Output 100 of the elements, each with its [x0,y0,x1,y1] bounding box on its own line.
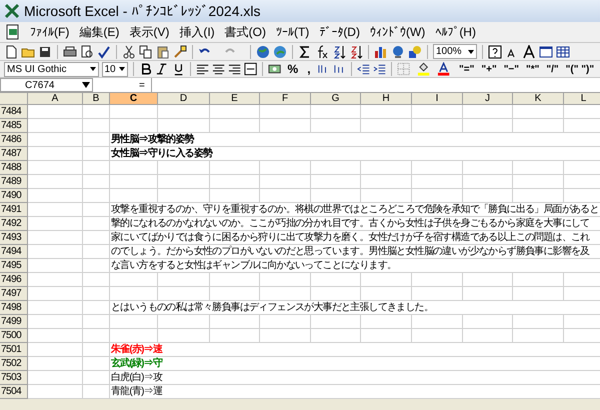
row-header[interactable]: 7492 [0,217,28,231]
menu-item[interactable]: ｳｨﾝﾄﾞｳ(W) [368,23,428,41]
decrease-decimal-icon[interactable] [332,62,346,76]
column-header[interactable]: C [110,93,158,105]
row-header[interactable]: 7490 [0,189,28,203]
operator-button[interactable]: "+" [479,62,499,76]
column-header[interactable]: E [210,93,260,105]
operator-button[interactable]: "/" [544,62,561,76]
row-header[interactable]: 7503 [0,371,28,385]
window-icon[interactable] [539,44,553,58]
operator-button[interactable]: "−" [502,62,522,76]
font-dropdown[interactable]: MS UI Gothic [4,62,98,76]
paintbrush-icon[interactable] [173,44,187,58]
merge-center-icon[interactable] [244,62,258,76]
large-a-icon[interactable] [522,44,536,58]
cell-text: 青龍(青)⇒運 [110,385,162,398]
menu-item[interactable]: 編集(E) [77,23,122,41]
menu-item[interactable]: ﾌｧｲﾙ(F) [28,23,72,41]
cell-text: 朱雀(赤)⇒速 [110,343,162,356]
menu-item[interactable]: ﾂｰﾙ(T) [274,23,312,41]
paste-icon[interactable] [156,44,170,58]
column-header[interactable]: J [463,93,513,105]
grid-cell [158,189,210,203]
increase-indent-icon[interactable] [373,62,386,76]
print-preview-icon[interactable] [80,44,94,58]
menu-item[interactable]: 挿入(I) [177,23,217,41]
grid-cell [311,105,361,119]
align-right-icon[interactable] [228,62,242,76]
grid-cell [463,119,513,133]
row-header[interactable]: 7485 [0,119,28,133]
operator-button[interactable]: "=" [457,62,476,76]
column-header[interactable]: H [361,93,412,105]
row-header[interactable]: 7489 [0,175,28,189]
align-center-icon[interactable] [212,62,226,76]
row-header[interactable]: 7486 [0,133,28,147]
format-button[interactable]: % [284,60,302,78]
globe-icon[interactable] [256,44,270,58]
row-header[interactable]: 7502 [0,357,28,371]
column-header[interactable]: A [28,93,83,105]
row-header[interactable]: 7496 [0,273,28,287]
format-button[interactable]: , [304,60,314,78]
row-header[interactable]: 7488 [0,161,28,175]
grid-cell [28,245,83,259]
row-header[interactable]: 7501 [0,343,28,357]
grid-cell [361,189,412,203]
row-header[interactable]: 7493 [0,231,28,245]
grid-cell [110,189,158,203]
column-header[interactable]: K [513,93,564,105]
table-icon[interactable] [556,44,570,58]
row-header[interactable]: 7499 [0,315,28,329]
grid-cell [361,329,412,343]
italic-icon[interactable] [155,62,169,76]
drawing-shapes-icon[interactable] [408,44,422,58]
save-icon[interactable] [38,44,52,58]
row-header[interactable]: 7497 [0,287,28,301]
grid-cell [311,175,361,189]
grid-cell [513,329,564,343]
operator-button[interactable]: "(" ")" [564,62,596,76]
decrease-indent-icon[interactable] [356,62,370,76]
scissors-icon[interactable] [122,44,136,58]
copy-icon[interactable] [139,44,153,58]
menu-item[interactable]: 表示(V) [127,23,172,41]
sort-descending-icon[interactable] [349,44,363,58]
sort-ascending-icon[interactable] [332,44,346,58]
row-header[interactable]: 7484 [0,105,28,119]
cell-text: 男性脳⇒攻撃的姿勢 [110,133,194,146]
font-size-dropdown[interactable]: 10 [102,62,128,76]
column-header[interactable]: I [412,93,463,105]
menu-item[interactable]: ﾍﾙﾌﾟ(H) [433,23,478,41]
menu-item[interactable]: ﾃﾞｰﾀ(D) [317,23,362,41]
printer-icon[interactable] [63,44,77,58]
column-header[interactable]: F [260,93,311,105]
row-header[interactable]: 7487 [0,147,28,161]
bold-icon[interactable] [139,62,152,76]
sigma-icon[interactable] [298,44,312,58]
row-header[interactable]: 7504 [0,385,28,399]
column-header[interactable]: G [311,93,361,105]
menu-item[interactable]: 書式(O) [222,23,268,41]
bar-chart-icon[interactable] [374,44,388,58]
column-header[interactable]: L [564,93,600,105]
row-header[interactable]: 7500 [0,329,28,343]
column-header[interactable]: D [158,93,210,105]
name-box[interactable]: C7674 [0,78,93,92]
row-header[interactable]: 7495 [0,259,28,273]
operator-button[interactable]: "*" [524,62,542,76]
currency-icon[interactable] [268,62,282,76]
row-header[interactable]: 7498 [0,301,28,315]
grid-cell [28,105,83,119]
spelling-check-icon[interactable] [97,44,111,58]
grid-cell [28,259,83,273]
window-title: Microsoft Excel - ﾊﾟﾁﾝｺﾋﾞﾚｯｼﾞ2024.xls [24,2,260,20]
zoom-dropdown[interactable]: 100% [433,44,477,59]
map-globe-icon[interactable] [391,44,405,58]
align-left-icon[interactable] [196,62,209,76]
row-header[interactable]: 7494 [0,245,28,259]
column-header[interactable]: B [83,93,110,105]
grid-cell [28,357,83,371]
function-icon[interactable] [315,44,329,58]
help-icon[interactable] [488,44,502,58]
row-header[interactable]: 7491 [0,203,28,217]
